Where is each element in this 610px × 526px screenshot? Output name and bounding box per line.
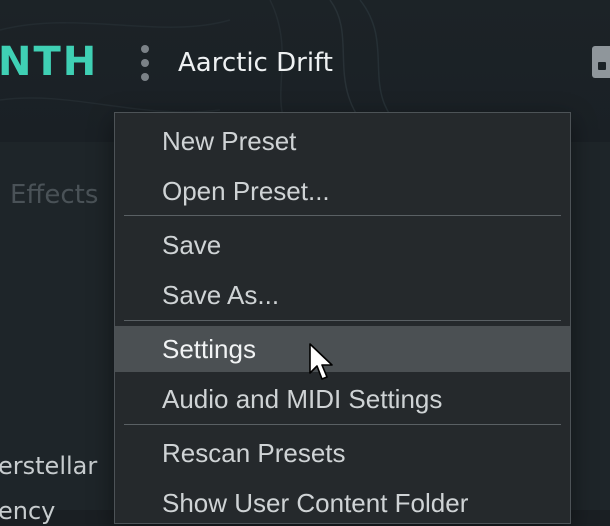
tab-effects[interactable]: Effects <box>10 180 98 210</box>
menu-divider <box>124 320 561 321</box>
menu-item-audio-midi-settings[interactable]: Audio and MIDI Settings <box>115 376 570 422</box>
mouse-cursor-icon <box>309 343 333 380</box>
menu-item-show-user-content-folder[interactable]: Show User Content Folder <box>115 480 570 526</box>
menu-item-save[interactable]: Save <box>115 222 570 268</box>
preset-name[interactable]: Aarctic Drift <box>178 46 333 80</box>
preset-list-item[interactable]: ency <box>0 496 55 526</box>
menu-item-open-preset[interactable]: Open Preset... <box>115 168 570 214</box>
options-dropdown-menu: New Preset Open Preset... Save Save As..… <box>114 112 571 524</box>
menu-item-settings[interactable]: Settings <box>115 326 570 372</box>
menu-divider <box>124 215 561 216</box>
menu-item-new-preset[interactable]: New Preset <box>115 118 570 164</box>
app-logo: NTH <box>0 39 99 85</box>
preset-list-item[interactable]: erstellar <box>0 451 97 481</box>
more-options-icon[interactable] <box>138 43 152 83</box>
menu-item-rescan-presets[interactable]: Rescan Presets <box>115 430 570 476</box>
save-icon[interactable] <box>592 46 610 78</box>
menu-item-save-as[interactable]: Save As... <box>115 272 570 318</box>
menu-divider <box>124 424 561 425</box>
